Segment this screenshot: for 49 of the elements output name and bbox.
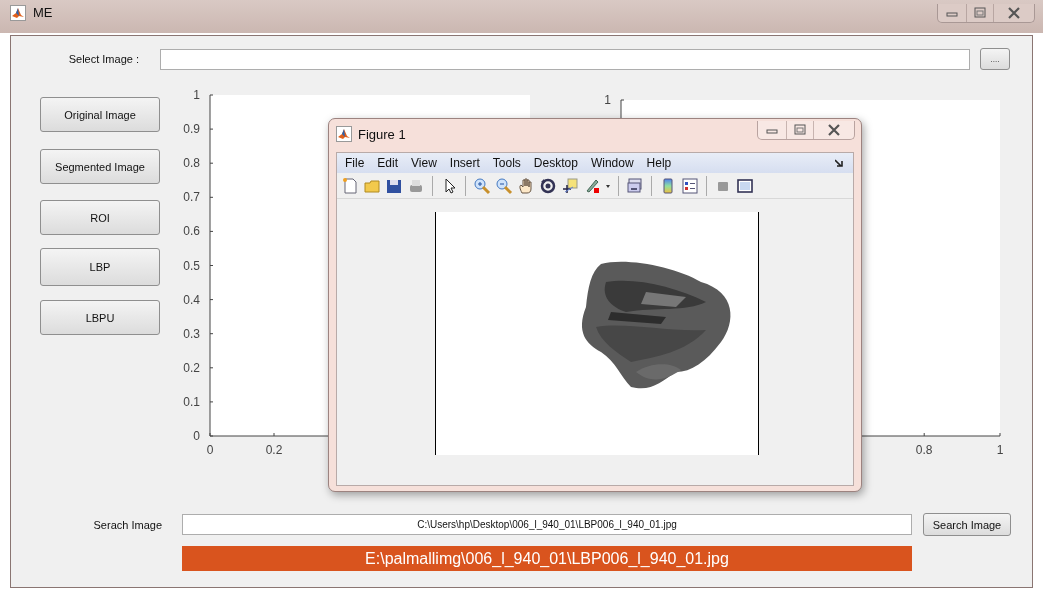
menu-item[interactable]: Insert	[449, 156, 480, 170]
browse-button[interactable]: ....	[980, 48, 1010, 70]
y-tick-label: 0.5	[183, 258, 200, 273]
plot-tools-icon[interactable]	[736, 176, 754, 195]
action-button[interactable]: Original Image	[40, 97, 160, 132]
y-tick-label: 1	[193, 88, 200, 102]
zoom-out-icon[interactable]	[495, 176, 513, 195]
menu-item[interactable]: Tools	[492, 156, 521, 170]
matlab-logo-icon	[336, 126, 352, 142]
menu-item[interactable]: Desktop	[533, 156, 578, 170]
hand-icon[interactable]	[517, 176, 535, 195]
y-tick-label: 0.2	[183, 360, 200, 375]
action-button[interactable]: Segmented Image	[40, 149, 160, 184]
y-tick-label: 0.9	[183, 122, 200, 137]
field-label: Serach Image	[92, 518, 162, 531]
x-tick-label: 0	[206, 443, 214, 457]
matlab-logo-icon	[10, 4, 26, 21]
window-title: ME	[33, 5, 54, 20]
linked-plot-icon[interactable]	[626, 176, 644, 195]
image-path-field[interactable]	[160, 48, 970, 70]
dock-arrow-icon[interactable]	[835, 159, 843, 167]
action-button[interactable]: LBPU	[40, 300, 160, 335]
y-tick-label: 0	[193, 429, 200, 443]
y-tick-label: 0.4	[183, 292, 200, 307]
x-tick-label: 0.2	[265, 443, 283, 457]
y-tick-label: 0.1	[183, 394, 200, 409]
result-path-bar: E:\palmallimg\006_l_940_01\LBP006_l_940_01.jpg	[182, 546, 912, 571]
menu-item[interactable]: View	[411, 156, 437, 170]
y-tick-label: 0.7	[183, 190, 200, 205]
new-file-icon[interactable]	[341, 176, 359, 195]
x-tick-label: 1	[996, 443, 1004, 457]
search-button[interactable]: Search Image	[923, 513, 1011, 536]
menu-item[interactable]: Window	[590, 156, 634, 170]
y-tick-label: 0.8	[183, 156, 200, 171]
search-path-field[interactable]: C:\Users\hp\Desktop\006_l_940_01\LBP006_l_940_01.jpg	[182, 514, 912, 535]
action-button[interactable]: ROI	[40, 200, 160, 235]
data-cursor-icon[interactable]	[561, 176, 579, 195]
y-tick-label: 0.6	[183, 224, 200, 239]
x-tick-label: 0.8	[915, 443, 933, 457]
y-tick-label: 1	[604, 93, 611, 107]
action-button[interactable]: LBP	[40, 248, 160, 286]
zoom-in-icon[interactable]	[473, 176, 491, 195]
field-label: Select Image :	[67, 53, 139, 65]
window-title: Figure 1	[358, 126, 407, 142]
legend-icon[interactable]	[681, 176, 699, 195]
menu-item[interactable]: Help	[646, 156, 672, 170]
menu-item[interactable]: File	[345, 156, 365, 170]
menu-item[interactable]: Edit	[377, 156, 399, 170]
y-tick-label: 0.3	[183, 326, 200, 341]
